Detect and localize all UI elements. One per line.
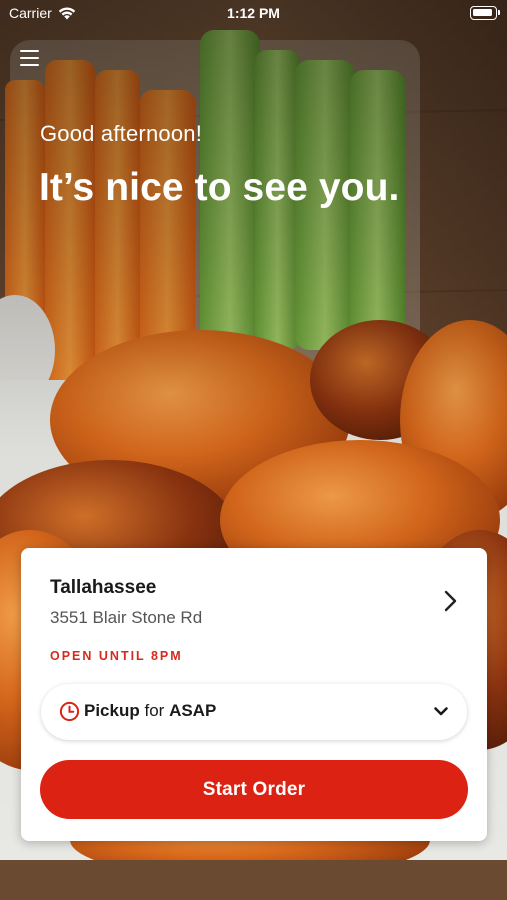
order-time-value: ASAP — [169, 701, 217, 720]
store-card: Tallahassee 3551 Blair Stone Rd OPEN UNT… — [21, 548, 487, 841]
battery-icon — [470, 6, 500, 20]
greeting-text: Good afternoon! — [40, 121, 203, 146]
order-mode-select[interactable]: Pickup for ASAP — [41, 684, 467, 740]
status-bar: Carrier 1:12 PM — [0, 0, 507, 28]
order-mode-label: Pickup for ASAP — [84, 701, 216, 721]
order-mode-connector: for — [144, 701, 165, 720]
hamburger-menu-icon[interactable] — [18, 47, 42, 69]
start-order-button[interactable]: Start Order — [40, 760, 468, 819]
store-name: Tallahassee — [50, 577, 157, 598]
chevron-right-icon[interactable] — [439, 588, 461, 614]
store-hours-status: OPEN UNTIL 8PM — [50, 649, 183, 663]
status-time: 1:12 PM — [227, 5, 280, 21]
clock-icon — [59, 701, 80, 722]
welcome-headline: It’s nice to see you. — [39, 166, 400, 209]
store-selector[interactable]: Tallahassee 3551 Blair Stone Rd — [21, 548, 487, 638]
store-address: 3551 Blair Stone Rd — [50, 608, 203, 627]
order-mode-value: Pickup — [84, 701, 140, 720]
chevron-down-icon — [434, 707, 448, 716]
